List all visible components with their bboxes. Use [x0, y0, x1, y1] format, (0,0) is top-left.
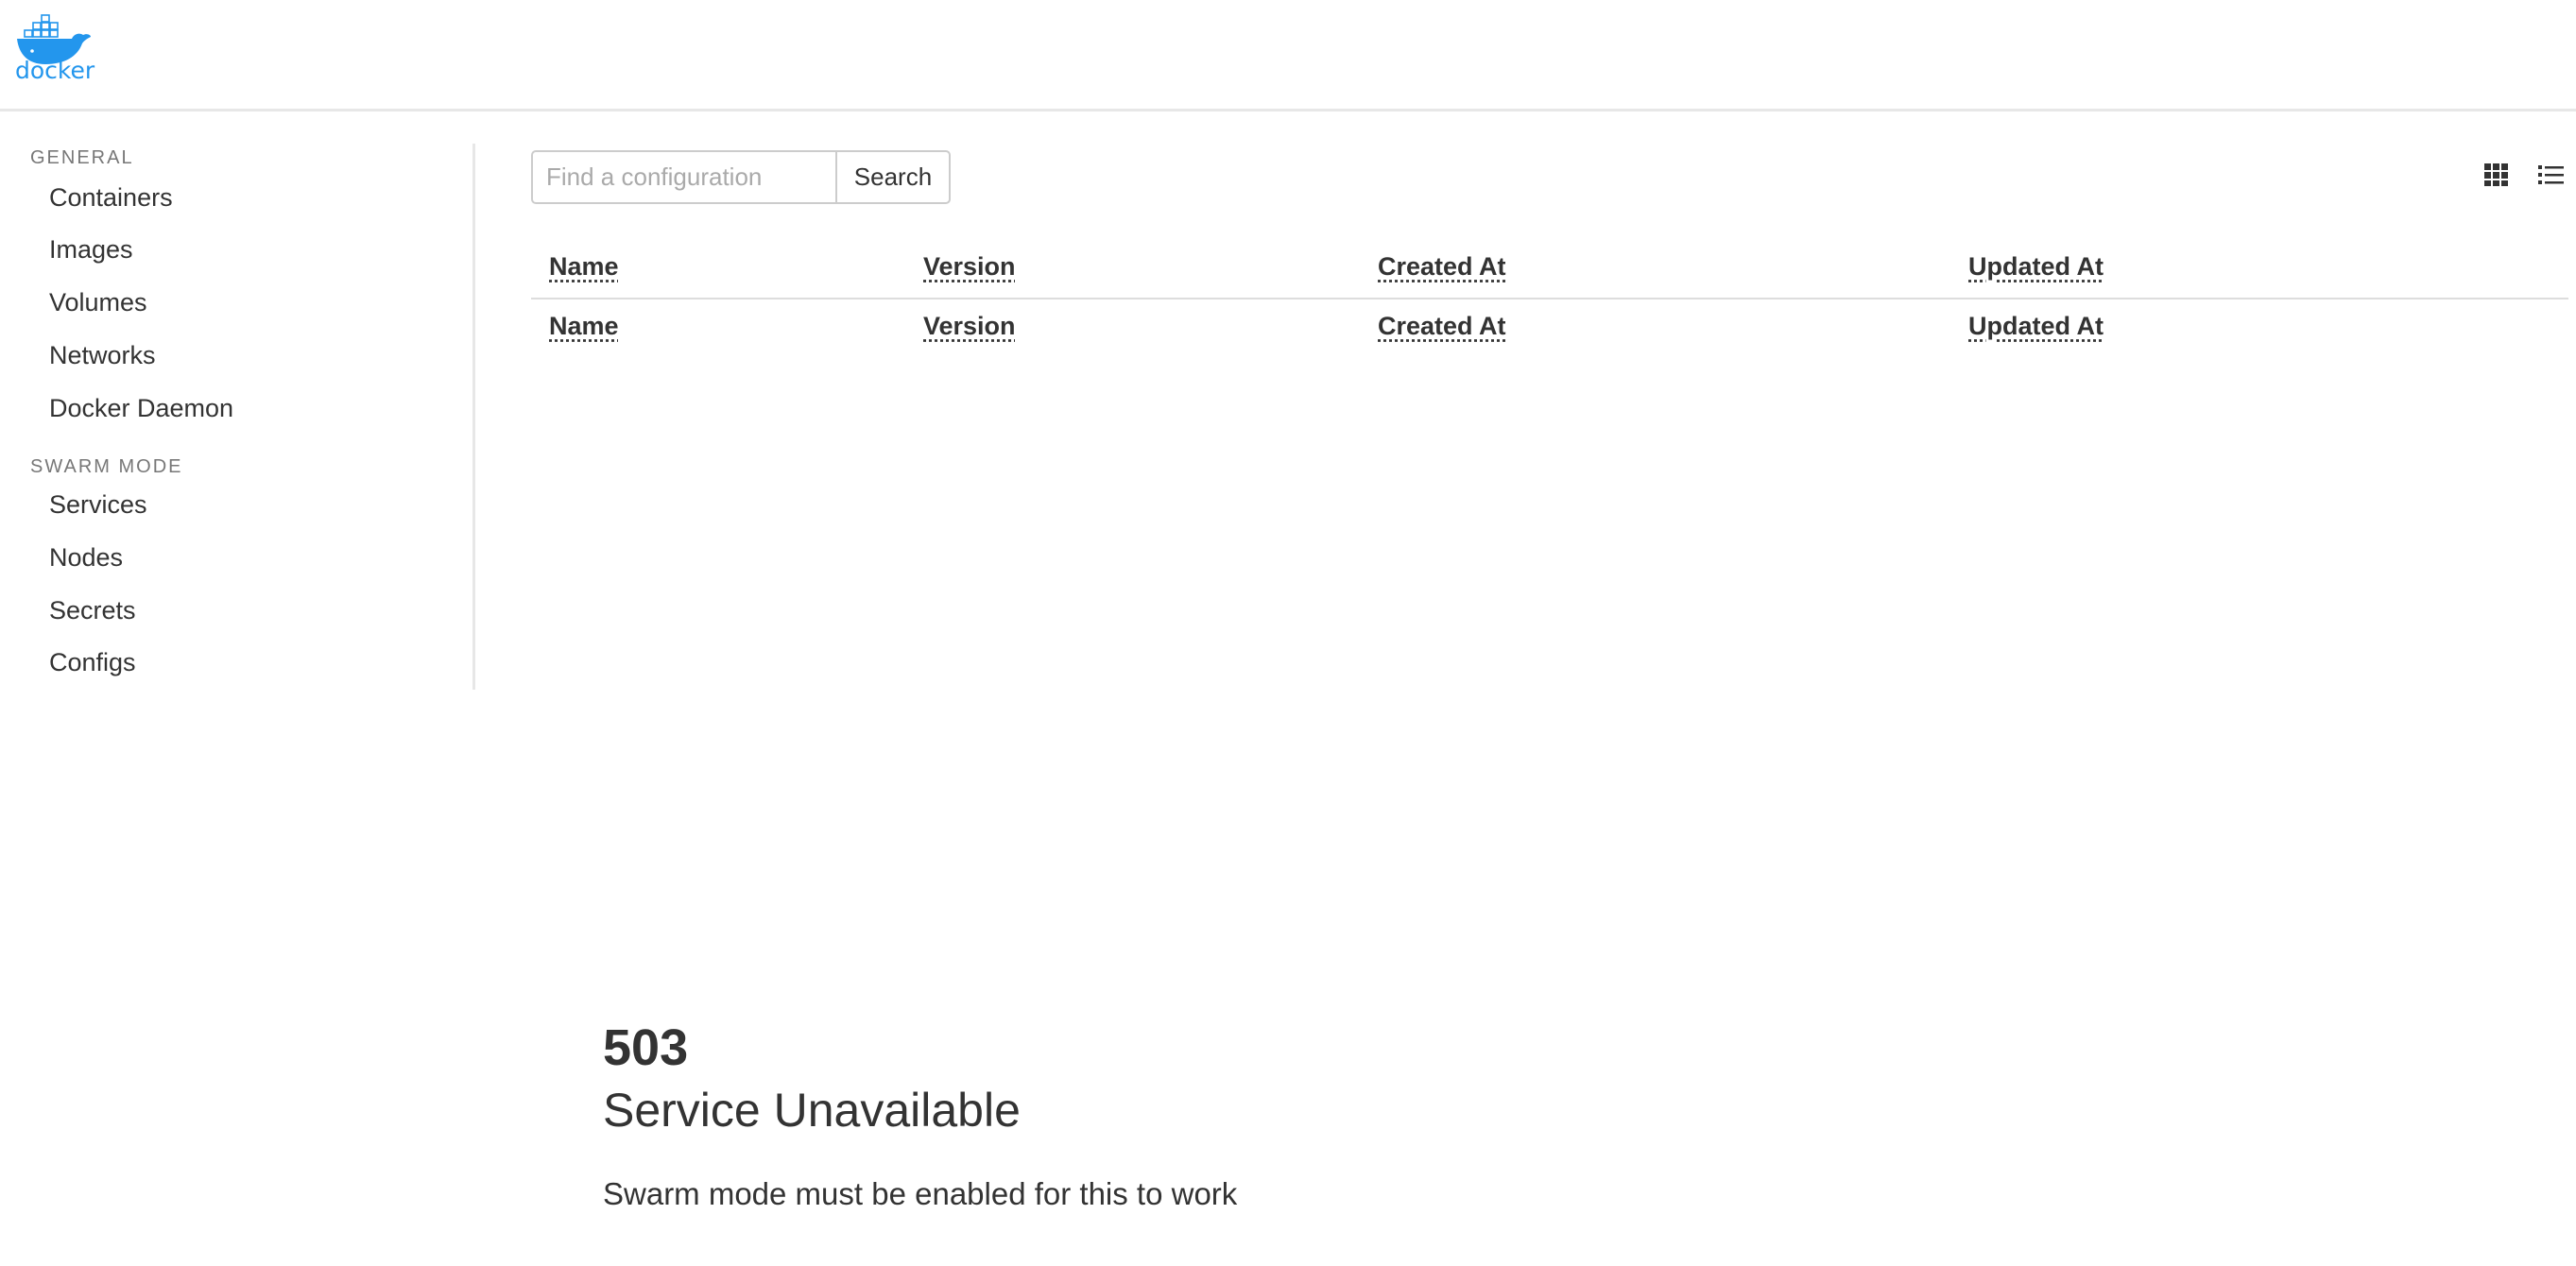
table-footer: Name Version Created At Updated At [531, 299, 2568, 359]
sidebar-item-networks[interactable]: Networks [49, 341, 156, 370]
sidebar: GENERAL Containers Images Volumes Networ… [0, 144, 475, 690]
sidebar-item-configs[interactable]: Configs [49, 648, 136, 677]
sidebar-item-docker-daemon[interactable]: Docker Daemon [49, 394, 233, 423]
search-input[interactable] [531, 150, 835, 204]
column-footer-updated-at[interactable]: Updated At [1968, 312, 2104, 341]
error-code: 503 [603, 1019, 689, 1076]
logo-text: docker [15, 57, 95, 84]
error-message: Swarm mode must be enabled for this to w… [603, 1176, 1238, 1211]
column-header-name[interactable]: Name [549, 252, 619, 282]
column-header-version[interactable]: Version [923, 252, 1016, 282]
column-footer-created-at[interactable]: Created At [1378, 312, 1506, 341]
sidebar-heading-general: GENERAL [30, 147, 134, 168]
sidebar-item-secrets[interactable]: Secrets [49, 596, 136, 625]
sidebar-item-containers[interactable]: Containers [49, 183, 173, 213]
sidebar-item-images[interactable]: Images [49, 235, 133, 265]
top-navbar: docker [0, 0, 2576, 111]
grid-icon[interactable] [2482, 161, 2511, 189]
sidebar-heading-swarm-mode: SWARM MODE [30, 456, 183, 477]
column-footer-version[interactable]: Version [923, 312, 1016, 341]
column-footer-name[interactable]: Name [549, 312, 619, 341]
sidebar-item-volumes[interactable]: Volumes [49, 288, 147, 317]
list-icon[interactable] [2537, 161, 2566, 189]
search-group: Search [531, 150, 951, 204]
sidebar-item-nodes[interactable]: Nodes [49, 543, 123, 573]
table-header: Name Version Created At Updated At [531, 239, 2568, 299]
column-header-updated-at[interactable]: Updated At [1968, 252, 2104, 282]
sidebar-item-services[interactable]: Services [49, 490, 147, 520]
column-header-created-at[interactable]: Created At [1378, 252, 1506, 282]
search-button[interactable]: Search [835, 150, 951, 204]
error-title: Service Unavailable [603, 1084, 1021, 1137]
